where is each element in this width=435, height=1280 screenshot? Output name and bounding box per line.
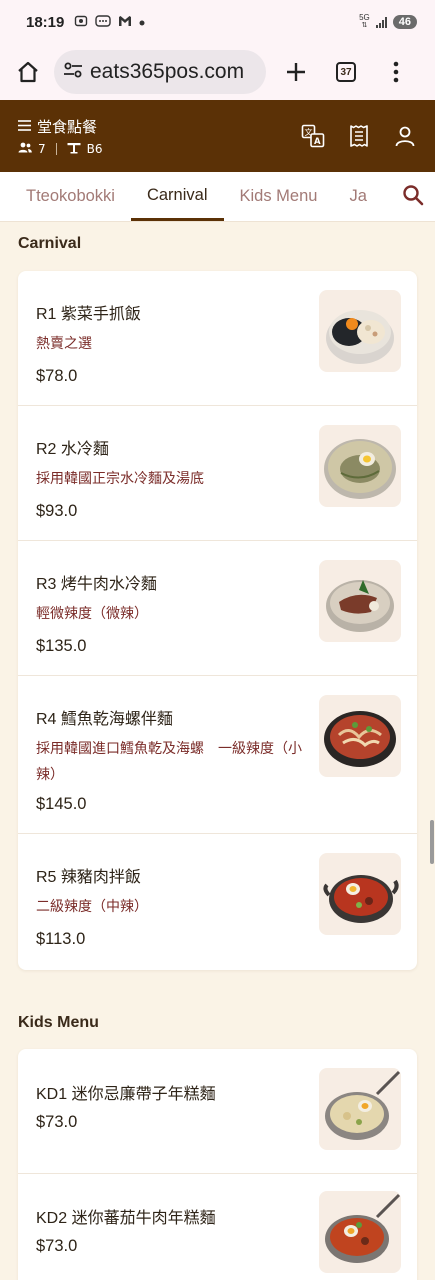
item-name: R1 紫菜手抓飯 (36, 306, 141, 323)
divider (55, 143, 57, 155)
order-type-menu[interactable]: 堂食點餐 (18, 116, 103, 137)
home-icon[interactable] (10, 54, 46, 90)
kids-menu-items-card: KD1 迷你忌廉帶子年糕麵 $73.0 KD2 迷你蕃茄牛肉年糕麵 $73.0 (18, 1049, 417, 1280)
menu-item-r1[interactable]: R1 紫菜手抓飯 熱賣之選 $78.0 (18, 271, 417, 406)
table-number: B6 (86, 142, 103, 156)
tab-switcher-button[interactable]: 37 (328, 54, 364, 90)
tab-ja[interactable]: Ja (333, 172, 382, 221)
menu-item-r3[interactable]: R3 烤牛肉水冷麵 輕微辣度（微辣） $135.0 (18, 541, 417, 676)
signal-icon (375, 16, 387, 28)
menu-item-kd1[interactable]: KD1 迷你忌廉帶子年糕麵 $73.0 (18, 1049, 417, 1174)
guest-count: 7 (38, 142, 46, 156)
tab-tteokbokki[interactable]: Tteokobokki (0, 172, 131, 221)
item-name: R4 鱈魚乾海螺伴麵 (36, 711, 173, 728)
carnival-items-card: R1 紫菜手抓飯 熱賣之選 $78.0 R2 水冷麵 採用韓國正宗水冷麵及湯底 … (18, 271, 417, 970)
item-price: $73.0 (36, 1113, 78, 1131)
order-type-label: 堂食點餐 (37, 117, 98, 136)
table-icon (67, 142, 81, 157)
network-type: 5G (359, 13, 370, 22)
item-price: $78.0 (36, 367, 78, 385)
more-options-icon[interactable] (378, 54, 414, 90)
url-text: eats365pos.com (90, 60, 245, 83)
tab-kids-menu[interactable]: Kids Menu (224, 172, 334, 221)
svg-text:A: A (314, 137, 321, 147)
battery-level: 46 (392, 15, 417, 29)
item-image (319, 290, 401, 372)
item-description: 採用韓國進口鱈魚乾及海螺 一級辣度（小辣） (36, 741, 302, 783)
page-scrollbar[interactable] (430, 820, 434, 864)
item-image (319, 695, 401, 777)
item-price: $145.0 (36, 795, 87, 813)
menu-item-r4[interactable]: R4 鱈魚乾海螺伴麵 採用韓國進口鱈魚乾及海螺 一級辣度（小辣） $145.0 (18, 676, 417, 834)
menu-item-r5[interactable]: R5 辣豬肉拌飯 二級辣度（中辣） $113.0 (18, 834, 417, 970)
browser-toolbar: eats365pos.com 37 (0, 44, 435, 100)
tab-count: 37 (336, 62, 356, 82)
search-button[interactable] (391, 172, 435, 221)
item-name: KD1 迷你忌廉帶子年糕麵 (36, 1086, 216, 1103)
item-name: R2 水冷麵 (36, 441, 109, 458)
item-price: $135.0 (36, 637, 87, 655)
item-image (319, 853, 401, 935)
new-tab-icon[interactable] (278, 54, 314, 90)
item-price: $73.0 (36, 1237, 78, 1255)
status-time: 18:19 (26, 13, 65, 31)
section-title-kids-menu: Kids Menu (18, 1014, 99, 1031)
item-description: 二級辣度（中辣） (36, 899, 148, 915)
section-title-carnival: Carnival (18, 235, 82, 252)
item-image (319, 1068, 401, 1150)
gmail-icon (118, 15, 132, 30)
status-bar: 18:19 5G ⇅ 46 (0, 0, 435, 44)
item-name: R3 烤牛肉水冷麵 (36, 576, 157, 593)
menu-item-kd2[interactable]: KD2 迷你蕃茄牛肉年糕麵 $73.0 (18, 1174, 417, 1280)
item-price: $113.0 (36, 930, 86, 948)
item-image (319, 425, 401, 507)
category-tabs: Tteokobokki Carnival Kids Menu Ja (0, 172, 435, 222)
app-header: 堂食點餐 7 B6 文A (0, 100, 435, 172)
site-settings-icon[interactable] (62, 59, 84, 85)
menu-item-r2[interactable]: R2 水冷麵 採用韓國正宗水冷麵及湯底 $93.0 (18, 406, 417, 541)
chat-app-icon (95, 14, 112, 31)
item-image (319, 1191, 401, 1273)
item-image (319, 560, 401, 642)
order-receipt-icon[interactable] (347, 124, 371, 148)
item-description: 採用韓國正宗水冷麵及湯底 (36, 471, 204, 487)
notification-dot-icon (139, 15, 145, 29)
guests-icon (18, 142, 32, 156)
network-indicator: 5G ⇅ (359, 13, 370, 30)
user-account-icon[interactable] (393, 124, 417, 148)
search-icon (402, 184, 424, 210)
item-description: 熱賣之選 (36, 336, 92, 352)
item-price: $93.0 (36, 502, 78, 520)
screen-record-icon (74, 14, 88, 31)
item-description: 輕微辣度（微辣） (36, 606, 148, 622)
address-bar[interactable]: eats365pos.com (54, 50, 266, 94)
tab-carnival[interactable]: Carnival (130, 172, 224, 221)
item-name: KD2 迷你蕃茄牛肉年糕麵 (36, 1210, 216, 1227)
item-name: R5 辣豬肉拌飯 (36, 869, 141, 886)
translate-icon[interactable]: 文A (301, 124, 325, 148)
hamburger-icon (18, 117, 31, 135)
